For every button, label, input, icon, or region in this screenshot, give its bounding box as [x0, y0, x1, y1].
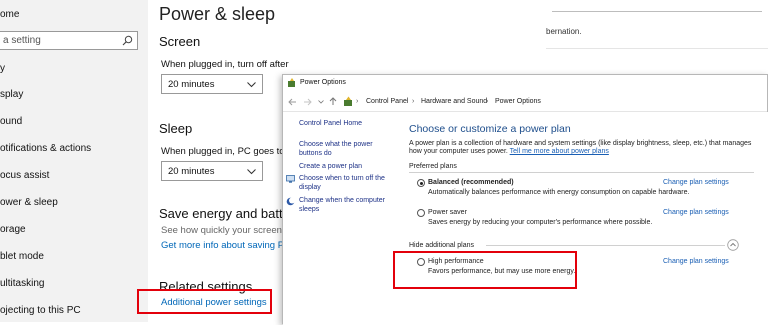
up-arrow-icon[interactable]: [329, 97, 337, 106]
sidebar-item-tablet-mode[interactable]: blet mode: [0, 251, 44, 262]
sidebar-item-multitasking[interactable]: ultitasking: [0, 278, 44, 289]
screen-heading: Screen: [159, 34, 201, 49]
save-energy-heading: Save energy and battery: [159, 206, 301, 221]
change-plan-settings-link[interactable]: Change plan settings: [663, 179, 729, 186]
chevron-down-icon: [247, 169, 256, 175]
search-icon: [122, 35, 133, 46]
power-saver-plan-name: Power saver: [428, 209, 467, 216]
balanced-radio[interactable]: [417, 179, 425, 187]
sleep-label: When plugged in, PC goes to sle: [161, 146, 300, 157]
display-off-link[interactable]: Choose when to turn off the: [299, 175, 385, 182]
screen-timeout-dropdown[interactable]: 20 minutes: [161, 74, 263, 94]
power-plans-help-link[interactable]: Tell me more about power plans: [510, 148, 609, 155]
power-saver-radio[interactable]: [417, 209, 425, 217]
settings-sidebar: ome a setting y splay ound otifications …: [0, 0, 148, 322]
sidebar-item-power-sleep[interactable]: ower & sleep: [0, 197, 58, 208]
background-text: bernation.: [546, 27, 582, 36]
sidebar-item-home[interactable]: ome: [0, 9, 19, 20]
sleep-timeout-value: 20 minutes: [168, 166, 215, 177]
forward-arrow-icon[interactable]: [303, 98, 312, 106]
sleep-settings-link-line2[interactable]: sleeps: [299, 206, 319, 213]
power-plans-panel: Choose or customize a power plan A power…: [393, 112, 768, 325]
save-energy-link[interactable]: Get more info about saving PC e: [161, 240, 299, 251]
sidebar-item-notifications[interactable]: otifications & actions: [0, 143, 91, 154]
sidebar-item-display[interactable]: splay: [0, 89, 23, 100]
power-plan-intro-line2: how your computer uses power. Tell me mo…: [409, 148, 609, 155]
search-placeholder: a setting: [3, 35, 41, 46]
power-saver-plan-desc: Saves energy by reducing your computer's…: [428, 219, 653, 226]
sidebar-item-sound[interactable]: ound: [0, 116, 22, 127]
hide-additional-plans-label[interactable]: Hide additional plans: [409, 242, 474, 249]
breadcrumb-separator: ›: [486, 98, 489, 105]
change-plan-settings-link[interactable]: Change plan settings: [663, 209, 729, 216]
power-plan-intro: A power plan is a collection of hardware…: [409, 140, 752, 147]
screen-timeout-value: 20 minutes: [168, 79, 215, 90]
back-arrow-icon[interactable]: [288, 98, 297, 106]
breadcrumb-control-panel[interactable]: Control Panel: [366, 98, 408, 105]
divider: [486, 245, 725, 246]
power-options-titlebar[interactable]: Power Options: [283, 75, 767, 92]
divider: [552, 11, 762, 12]
search-input[interactable]: a setting: [0, 31, 138, 50]
control-panel-home-link[interactable]: Control Panel Home: [299, 120, 362, 127]
sleep-heading: Sleep: [159, 121, 193, 136]
breadcrumb-separator: ›: [412, 98, 415, 105]
sidebar-item-storage[interactable]: orage: [0, 224, 26, 235]
task-pane: Control Panel Home Choose what the power…: [283, 112, 393, 325]
save-energy-text: See how quickly your screen goe: [161, 225, 301, 236]
divider: [546, 48, 768, 49]
control-panel-icon: [344, 96, 352, 106]
sidebar-item-focus-assist[interactable]: ocus assist: [0, 170, 49, 181]
change-plan-settings-link[interactable]: Change plan settings: [663, 258, 729, 265]
monitor-icon: [286, 175, 295, 183]
sleep-timeout-dropdown[interactable]: 20 minutes: [161, 161, 263, 181]
breadcrumb-hardware-sound[interactable]: Hardware and Sound: [421, 98, 487, 105]
sidebar-item-system: y: [0, 63, 5, 74]
divider: [409, 172, 754, 173]
balanced-plan-name: Balanced (recommended): [428, 179, 514, 186]
sidebar-item-projecting[interactable]: ojecting to this PC: [0, 305, 81, 316]
sleep-settings-link[interactable]: Change when the computer: [299, 197, 385, 204]
chevron-down-icon: [247, 82, 256, 88]
highlight-box: [137, 289, 272, 314]
balanced-plan-desc: Automatically balances performance with …: [428, 189, 690, 196]
recent-pages-chevron-icon[interactable]: [318, 100, 324, 104]
highlight-box: [393, 251, 577, 289]
address-bar: › Control Panel › Hardware and Sound › P…: [283, 92, 767, 112]
sleep-moon-icon: [286, 197, 295, 206]
collapse-chevron-icon[interactable]: [727, 239, 739, 251]
display-off-link-line2[interactable]: display: [299, 184, 321, 191]
breadcrumb-separator: ›: [356, 98, 359, 105]
power-buttons-link-line2[interactable]: buttons do: [299, 150, 332, 157]
breadcrumb-power-options[interactable]: Power Options: [495, 98, 541, 105]
power-plan-intro-text: how your computer uses power.: [409, 148, 508, 155]
page-title: Power & sleep: [159, 4, 276, 24]
power-plan-heading: Choose or customize a power plan: [409, 123, 571, 135]
preferred-plans-label: Preferred plans: [409, 163, 457, 170]
screen-label: When plugged in, turn off after: [161, 59, 289, 70]
create-plan-link[interactable]: Create a power plan: [299, 163, 362, 170]
power-buttons-link[interactable]: Choose what the power: [299, 141, 373, 148]
window-title: Power Options: [300, 79, 346, 86]
power-options-icon: [288, 78, 295, 87]
